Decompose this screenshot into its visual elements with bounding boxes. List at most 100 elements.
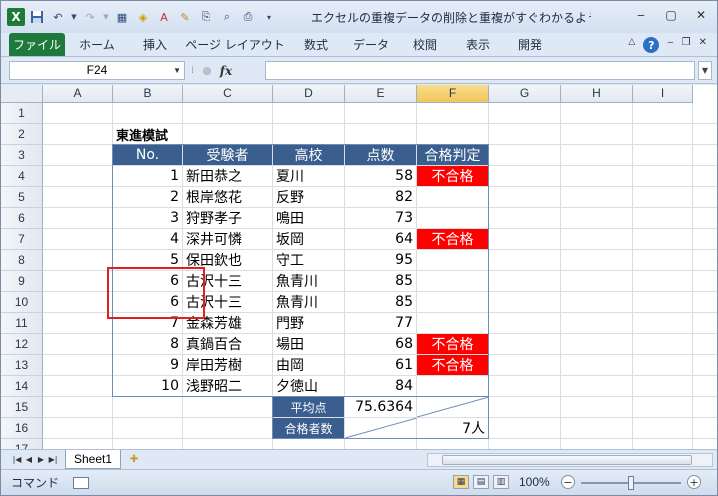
record-school[interactable]: 夕徳山 [273,376,344,396]
header-result[interactable]: 合格判定 [417,145,488,165]
record-result[interactable] [417,208,488,228]
record-score[interactable]: 85 [345,271,416,291]
normal-view-icon[interactable]: ▦ [453,475,469,489]
column-header-a[interactable]: A [43,85,113,103]
passed-value[interactable]: 7人 [417,418,488,438]
page-layout-view-icon[interactable]: ▤ [473,475,489,489]
cancel-entry-icon[interactable]: ● [202,64,212,77]
record-no[interactable]: 7 [113,313,182,333]
tab-file[interactable]: ファイル [9,33,65,56]
record-name[interactable]: 深井可憐 [183,229,272,249]
tab-insert[interactable]: 挿入 [129,33,181,56]
record-score[interactable]: 64 [345,229,416,249]
record-school[interactable]: 魚青川 [273,271,344,291]
fill-color-icon[interactable]: ◈ [134,8,152,26]
row-header-7[interactable]: 7 [1,229,43,250]
row-header-13[interactable]: 13 [1,355,43,376]
header-score[interactable]: 点数 [345,145,416,165]
redo-dropdown-icon[interactable]: ▼ [102,8,110,26]
sheet-tab-sheet1[interactable]: Sheet1 [65,450,122,469]
header-school[interactable]: 高校 [273,145,344,165]
record-no[interactable]: 3 [113,208,182,228]
record-result[interactable] [417,313,488,333]
record-no[interactable]: 10 [113,376,182,396]
row-header-2[interactable]: 2 [1,124,43,145]
passed-label[interactable]: 合格者数 [273,418,344,438]
zoom-slider-thumb[interactable] [628,476,634,490]
record-school[interactable]: 鳴田 [273,208,344,228]
record-school[interactable]: 反野 [273,187,344,207]
tab-developer[interactable]: 開発 [505,33,555,56]
tab-data[interactable]: データ [343,33,399,56]
sheet-title-cell[interactable]: 東進模試 [113,124,272,144]
horizontal-scrollbar[interactable] [427,453,713,467]
next-sheet-icon[interactable]: ▶ [35,455,47,464]
zoom-in-button[interactable]: + [687,475,701,489]
row-header-3[interactable]: 3 [1,145,43,166]
row-header-1[interactable]: 1 [1,103,43,124]
last-sheet-icon[interactable]: ▶| [47,455,59,464]
record-no[interactable]: 6 [113,271,182,291]
record-school[interactable]: 坂岡 [273,229,344,249]
borders-icon[interactable]: ▦ [113,8,131,26]
record-score[interactable]: 58 [345,166,416,186]
zoom-out-button[interactable]: − [561,475,575,489]
zoom-level[interactable]: 100% [519,475,550,489]
paste-icon[interactable]: ⎘ [197,8,215,26]
record-no[interactable]: 9 [113,355,182,375]
record-score[interactable]: 95 [345,250,416,270]
zoom-slider[interactable] [581,476,681,490]
formula-input[interactable] [265,61,695,80]
record-name[interactable]: 保田欽也 [183,250,272,270]
scrollbar-thumb[interactable] [442,455,692,465]
record-result[interactable] [417,376,488,396]
print-icon[interactable]: ⎙ [239,8,257,26]
macro-record-icon[interactable] [73,476,90,489]
header-name[interactable]: 受験者 [183,145,272,165]
record-school[interactable]: 魚青川 [273,292,344,312]
average-label[interactable]: 平均点 [273,397,344,417]
workbook-restore-icon[interactable]: ❐ [682,37,691,53]
record-result[interactable]: 不合格 [417,166,488,186]
record-name[interactable]: 浅野昭二 [183,376,272,396]
tab-review[interactable]: 校閲 [399,33,451,56]
tab-formulas[interactable]: 数式 [289,33,343,56]
column-header-b[interactable]: B [113,85,183,103]
record-school[interactable]: 夏川 [273,166,344,186]
expand-formula-icon[interactable]: ▼ [698,61,712,80]
insert-function-icon[interactable]: fx [220,64,232,78]
record-no[interactable]: 8 [113,334,182,354]
record-school[interactable]: 門野 [273,313,344,333]
record-no[interactable]: 5 [113,250,182,270]
page-break-view-icon[interactable]: ▥ [493,475,509,489]
save-icon[interactable] [28,8,46,26]
record-name[interactable]: 根岸悠花 [183,187,272,207]
column-header-e[interactable]: E [345,85,417,103]
redo-icon[interactable]: ↷ [81,8,99,26]
record-score[interactable]: 84 [345,376,416,396]
row-header-10[interactable]: 10 [1,292,43,313]
chevron-down-icon[interactable]: ▼ [173,62,181,79]
record-result[interactable]: 不合格 [417,355,488,375]
row-header-11[interactable]: 11 [1,313,43,334]
tab-page-layout[interactable]: ページ レイアウト [181,33,289,56]
record-result[interactable] [417,271,488,291]
workbook-close-icon[interactable]: ✕ [699,37,707,53]
record-score[interactable]: 82 [345,187,416,207]
record-score[interactable]: 77 [345,313,416,333]
record-name[interactable]: 古沢十三 [183,271,272,291]
row-header-12[interactable]: 12 [1,334,43,355]
first-sheet-icon[interactable]: |◀ [11,455,23,464]
record-name[interactable]: 狩野孝子 [183,208,272,228]
row-header-17[interactable]: 17 [1,439,43,449]
row-header-14[interactable]: 14 [1,376,43,397]
record-no[interactable]: 4 [113,229,182,249]
restore-icon[interactable]: ▢ [663,7,679,23]
record-score[interactable]: 85 [345,292,416,312]
column-header-c[interactable]: C [183,85,273,103]
format-painter-icon[interactable]: ✎ [176,8,194,26]
header-no[interactable]: No. [113,145,182,165]
record-name[interactable]: 金森芳雄 [183,313,272,333]
record-name[interactable]: 真鍋百合 [183,334,272,354]
tab-view[interactable]: 表示 [451,33,505,56]
